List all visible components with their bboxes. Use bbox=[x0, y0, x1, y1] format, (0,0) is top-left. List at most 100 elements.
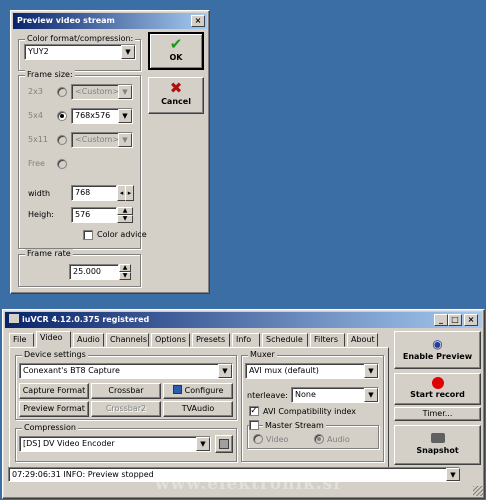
tab-info[interactable]: Info bbox=[232, 333, 260, 347]
size-row-label: 2x3 bbox=[28, 87, 43, 96]
preview-format-button[interactable]: Preview Format bbox=[19, 401, 89, 417]
close-icon[interactable]: × bbox=[191, 15, 205, 27]
avi-compat-checkbox[interactable]: ✓ bbox=[249, 406, 259, 416]
capture-format-label: Capture Format bbox=[22, 386, 86, 395]
compression-value: [DS] DV Video Encoder bbox=[23, 439, 115, 448]
start-record-button[interactable]: Start record bbox=[394, 373, 481, 405]
snapshot-button[interactable]: Snapshot bbox=[394, 425, 481, 465]
crossbar-label: Crossbar bbox=[108, 386, 144, 395]
tab-label: Options bbox=[155, 335, 186, 344]
configure-button[interactable]: Configure bbox=[163, 383, 233, 399]
capture-format-button[interactable]: Capture Format bbox=[19, 383, 89, 399]
tab-label: Info bbox=[236, 335, 252, 344]
maximize-icon[interactable]: □ bbox=[448, 314, 462, 326]
tab-label: File bbox=[13, 335, 27, 344]
muxer-group-label: Muxer bbox=[248, 350, 277, 359]
preview-format-label: Preview Format bbox=[23, 404, 85, 413]
frame-rate-input[interactable]: 25.000 bbox=[69, 264, 119, 280]
check-icon: ✔ bbox=[169, 35, 183, 53]
color-advice-label: Color advice bbox=[97, 230, 147, 239]
enable-preview-button[interactable]: ◉ Enable Preview bbox=[394, 331, 481, 369]
free-label: Free bbox=[28, 159, 45, 168]
height-value: 576 bbox=[75, 210, 91, 219]
tvaudio-button[interactable]: TVAudio bbox=[163, 401, 233, 417]
width-value: 768 bbox=[75, 188, 91, 197]
master-stream-checkbox[interactable] bbox=[249, 420, 259, 430]
tab-channels[interactable]: Channels bbox=[106, 333, 149, 347]
chevron-down-icon[interactable]: ▼ bbox=[196, 437, 210, 451]
cancel-button[interactable]: ✖ Cancel bbox=[148, 77, 204, 114]
crossbar2-label: Crossbar2 bbox=[105, 404, 147, 413]
app-logo-icon bbox=[9, 314, 19, 323]
width-input[interactable]: 768 bbox=[71, 185, 117, 201]
watermark: www.elektronik.si bbox=[155, 474, 341, 494]
resize-grip-icon[interactable] bbox=[473, 486, 483, 496]
preview-dialog-titlebar[interactable]: Preview video stream bbox=[13, 13, 207, 29]
chevron-down-icon[interactable]: ▼ bbox=[118, 109, 132, 123]
master-video-radio[interactable] bbox=[253, 434, 263, 444]
size-select-value: <Custom> bbox=[75, 87, 120, 96]
chevron-down-icon[interactable]: ▼ bbox=[118, 85, 132, 99]
height-input[interactable]: 576 bbox=[71, 207, 117, 223]
tab-presets[interactable]: Presets bbox=[192, 333, 230, 347]
crossbar2-button[interactable]: Crossbar2 bbox=[91, 401, 161, 417]
tab-options[interactable]: Options bbox=[151, 333, 190, 347]
chevron-down-icon[interactable]: ▼ bbox=[218, 364, 232, 378]
size-row-label: 5x11 bbox=[28, 135, 49, 144]
eye-icon: ◉ bbox=[432, 337, 443, 351]
properties-icon bbox=[219, 439, 229, 449]
chevron-down-icon[interactable]: ▼ bbox=[364, 388, 378, 402]
tab-filters[interactable]: Filters bbox=[310, 333, 345, 347]
frame-rate-spin-down-icon[interactable]: ▼ bbox=[119, 272, 131, 280]
size-radio-5x4[interactable] bbox=[57, 111, 67, 121]
record-icon bbox=[431, 377, 444, 389]
master-audio-label: Audio bbox=[327, 435, 350, 444]
frame-rate-spin-up-icon[interactable]: ▲ bbox=[119, 264, 131, 272]
width-spin-right-icon[interactable]: ▸ bbox=[125, 185, 134, 201]
height-label: Heigh: bbox=[28, 210, 55, 219]
chevron-down-icon[interactable]: ▼ bbox=[118, 133, 132, 147]
ok-label: OK bbox=[169, 53, 183, 62]
size-select-value: <Custom> bbox=[75, 135, 120, 144]
tab-video[interactable]: Video bbox=[36, 331, 71, 348]
device-select[interactable]: Conexant's BT8 Capture bbox=[19, 363, 233, 379]
muxer-select[interactable]: AVI mux (default) bbox=[245, 363, 379, 379]
muxer-value: AVI mux (default) bbox=[249, 366, 319, 375]
close-icon[interactable]: × bbox=[464, 314, 478, 326]
cancel-label: Cancel bbox=[161, 97, 191, 106]
timer-label: Timer... bbox=[422, 409, 453, 418]
ok-button[interactable]: ✔ OK bbox=[148, 32, 204, 70]
frame-rate-group-label: Frame rate bbox=[25, 249, 73, 258]
chevron-down-icon[interactable]: ▼ bbox=[364, 364, 378, 378]
tab-file[interactable]: File bbox=[9, 333, 34, 347]
tab-schedule[interactable]: Schedule bbox=[262, 333, 308, 347]
color-advice-checkbox[interactable] bbox=[83, 230, 93, 240]
size-radio-2x3[interactable] bbox=[57, 87, 67, 97]
color-format-select[interactable]: YUY2 bbox=[24, 44, 136, 60]
tab-audio[interactable]: Audio bbox=[73, 333, 104, 347]
chevron-down-icon[interactable]: ▼ bbox=[446, 468, 460, 481]
camera-icon bbox=[430, 433, 445, 443]
height-spin-down-icon[interactable]: ▼ bbox=[117, 215, 133, 223]
minimize-icon[interactable]: _ bbox=[434, 314, 448, 326]
size-radio-5x11[interactable] bbox=[57, 135, 67, 145]
height-spin-up-icon[interactable]: ▲ bbox=[117, 207, 133, 215]
tab-label: Video bbox=[40, 333, 63, 342]
preview-dialog: Preview video stream × Color format/comp… bbox=[10, 10, 210, 294]
width-label: width bbox=[28, 189, 51, 198]
configure-label: Configure bbox=[184, 386, 224, 395]
tab-label: About bbox=[351, 335, 375, 344]
frame-size-group-label: Frame size: bbox=[25, 70, 75, 79]
size-row-label: 5x4 bbox=[28, 111, 43, 120]
master-audio-radio[interactable] bbox=[314, 434, 324, 444]
tab-label: Presets bbox=[196, 335, 226, 344]
crossbar-button[interactable]: Crossbar bbox=[91, 383, 161, 399]
status-text: 07:29:06:31 INFO: Preview stopped bbox=[12, 470, 154, 479]
chevron-down-icon[interactable]: ▼ bbox=[121, 45, 135, 59]
tab-about[interactable]: About bbox=[347, 333, 378, 347]
main-window-titlebar[interactable]: iuVCR 4.12.0.375 registered bbox=[5, 312, 482, 328]
timer-button[interactable]: Timer... bbox=[394, 407, 481, 421]
size-radio-free[interactable] bbox=[57, 159, 67, 169]
compression-select[interactable]: [DS] DV Video Encoder bbox=[19, 436, 211, 452]
compression-config-button[interactable] bbox=[215, 435, 233, 453]
